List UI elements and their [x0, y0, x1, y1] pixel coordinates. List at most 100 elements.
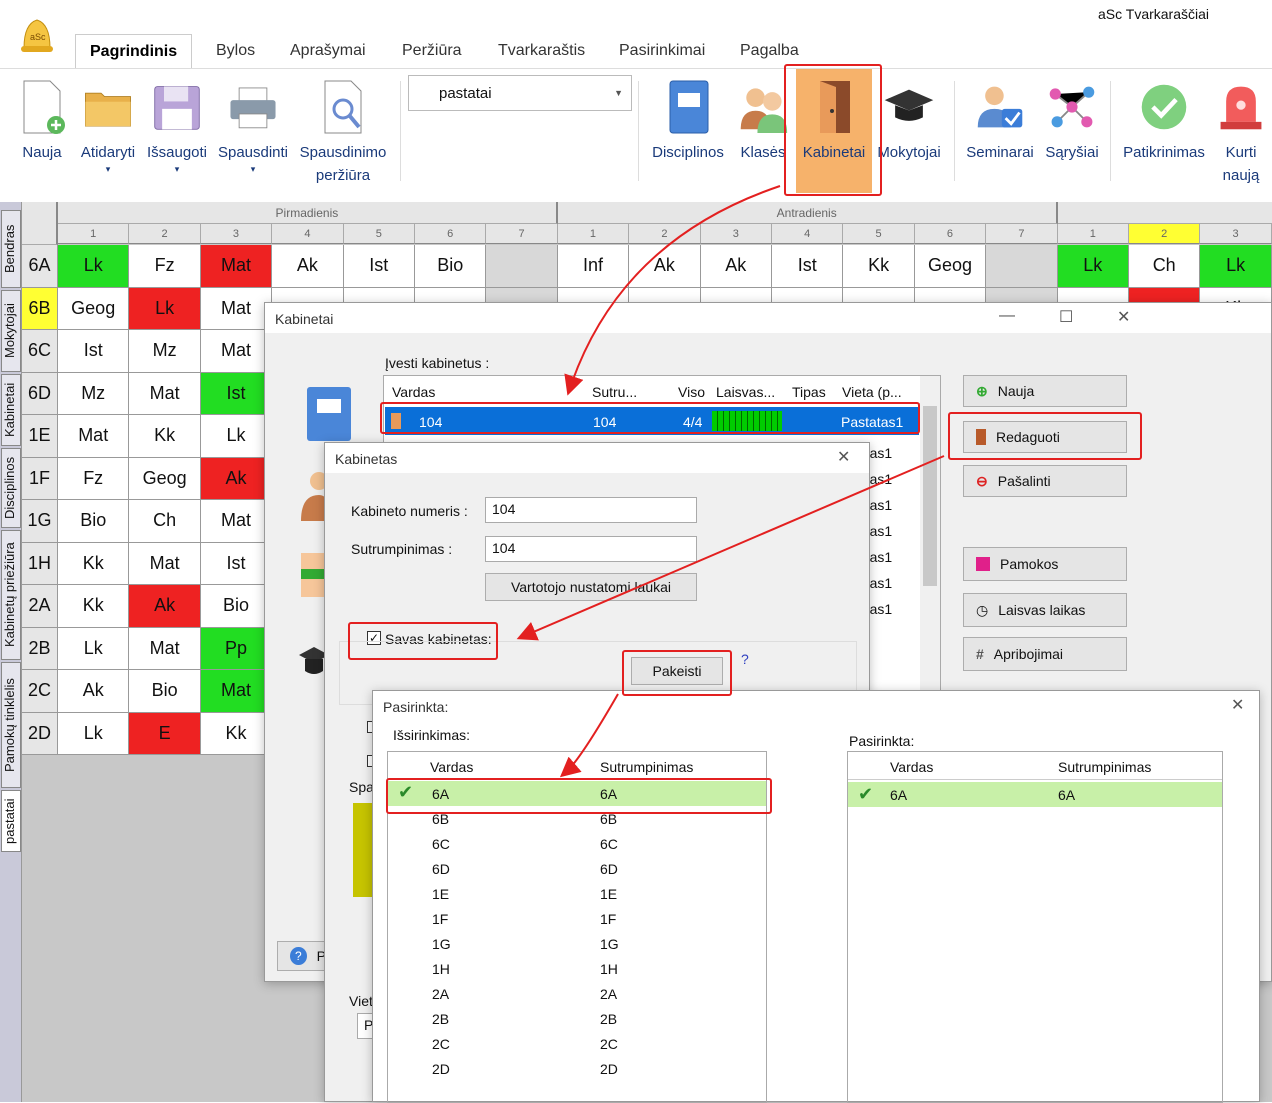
new-room-button[interactable]: ⊕ Nauja: [963, 375, 1127, 407]
lesson-cell[interactable]: Ak: [129, 585, 201, 628]
lesson-cell[interactable]: Geog: [914, 245, 987, 288]
tab-aprasymai[interactable]: Aprašymai: [290, 42, 366, 60]
lesson-cell[interactable]: Kk: [200, 712, 273, 755]
list-item[interactable]: 2A 2A: [388, 981, 766, 1006]
class-row-label[interactable]: 2C: [22, 670, 58, 713]
tab-pagrindinis[interactable]: Pagrindinis: [75, 34, 193, 68]
col-header[interactable]: Sutrumpinimas: [1058, 759, 1151, 775]
side-tab-disciplinos[interactable]: Disciplinos: [1, 448, 21, 528]
class-row-label[interactable]: 1G: [22, 500, 58, 543]
remove-room-button[interactable]: ⊖ Pašalinti: [963, 465, 1127, 497]
tab-pagalba[interactable]: Pagalba: [740, 42, 799, 60]
free-time-button[interactable]: ◷ Laisvas laikas: [963, 593, 1127, 627]
lesson-cell[interactable]: Mat: [200, 500, 273, 543]
col-header[interactable]: Vardas: [430, 759, 473, 775]
class-row-label[interactable]: 6D: [22, 372, 58, 415]
subjects-button[interactable]: Disciplinos: [646, 79, 730, 164]
lesson-cell[interactable]: Ak: [629, 245, 701, 288]
class-row-label[interactable]: 1H: [22, 542, 58, 585]
tab-perziura[interactable]: Peržiūra: [402, 42, 462, 60]
list-item[interactable]: 1F 1F: [388, 906, 766, 931]
col-header[interactable]: Vardas: [392, 384, 435, 400]
list-item[interactable]: 2C 2C: [388, 1031, 766, 1056]
close-icon[interactable]: ✕: [837, 447, 850, 467]
class-row-label[interactable]: 1F: [22, 457, 58, 500]
help-question-link[interactable]: ?: [741, 651, 749, 667]
lesson-cell[interactable]: Kk: [129, 415, 201, 458]
room-short-input[interactable]: 104: [485, 536, 697, 562]
lesson-cell[interactable]: Mat: [129, 542, 201, 585]
create-new-button[interactable]: Kurti naują: [1212, 79, 1270, 187]
lesson-cell[interactable]: Ist: [200, 542, 273, 585]
lesson-cell[interactable]: Ist: [200, 372, 273, 415]
lesson-cell[interactable]: Geog: [129, 457, 201, 500]
lesson-cell[interactable]: Bio: [415, 245, 487, 288]
lesson-cell[interactable]: Lk: [58, 712, 130, 755]
lesson-cell[interactable]: Bio: [129, 670, 201, 713]
lesson-cell[interactable]: Ch: [1129, 245, 1201, 288]
lesson-cell[interactable]: Bio: [200, 585, 273, 628]
lesson-cell[interactable]: Kk: [58, 542, 130, 585]
tab-bylos[interactable]: Bylos: [216, 42, 255, 60]
lesson-cell[interactable]: Ist: [343, 245, 415, 288]
class-row-label[interactable]: 2D: [22, 712, 58, 755]
side-tab-pamoku-tinklelis[interactable]: Pamokų tinklelis: [1, 662, 21, 788]
tab-pasirinkimai[interactable]: Pasirinkimai: [619, 42, 705, 60]
list-item[interactable]: 2D 2D: [388, 1056, 766, 1081]
close-icon[interactable]: ✕: [1117, 307, 1130, 327]
col-header[interactable]: Vieta (p...: [842, 384, 902, 400]
lesson-cell[interactable]: Mz: [58, 372, 130, 415]
tab-tvarkarastis[interactable]: Tvarkaraštis: [498, 42, 585, 60]
lesson-cell[interactable]: Mat: [200, 670, 273, 713]
side-tab-kabinetu-prieziura[interactable]: Kabinetų priežiūra: [1, 530, 21, 660]
lesson-cell[interactable]: Mat: [200, 330, 273, 373]
lesson-cell[interactable]: Lk: [1057, 245, 1129, 288]
lessons-button[interactable]: Pamokos: [963, 547, 1127, 581]
col-header[interactable]: Laisvas...: [716, 384, 775, 400]
lesson-cell[interactable]: Ak: [272, 245, 344, 288]
side-tab-mokytojai[interactable]: Mokytojai: [1, 290, 21, 372]
side-tab-kabinetai[interactable]: Kabinetai: [1, 374, 21, 446]
lesson-cell[interactable]: Ak: [700, 245, 772, 288]
class-row-label[interactable]: 2B: [22, 627, 58, 670]
class-row-label[interactable]: 6B: [22, 287, 58, 330]
lesson-cell[interactable]: E: [129, 712, 201, 755]
lesson-cell[interactable]: Mat: [129, 627, 201, 670]
list-item[interactable]: 2B 2B: [388, 1006, 766, 1031]
lesson-cell[interactable]: Lk: [1200, 245, 1272, 288]
side-tab-bendras[interactable]: Bendras: [1, 210, 21, 288]
lesson-cell[interactable]: Mat: [58, 415, 130, 458]
lesson-cell[interactable]: Ist: [772, 245, 844, 288]
class-row-label[interactable]: 6C: [22, 330, 58, 373]
building-combobox[interactable]: pastatai ▼: [408, 75, 632, 111]
lesson-cell[interactable]: Mat: [129, 372, 201, 415]
teachers-button[interactable]: Mokytojai: [872, 79, 946, 164]
lesson-cell[interactable]: Mat: [200, 287, 273, 330]
lesson-cell[interactable]: Ch: [129, 500, 201, 543]
lesson-cell[interactable]: Pp: [200, 627, 273, 670]
lesson-cell[interactable]: [986, 245, 1058, 288]
lesson-cell[interactable]: Mat: [200, 245, 273, 288]
lesson-cell[interactable]: Ak: [200, 457, 273, 500]
room-number-input[interactable]: 104: [485, 497, 697, 523]
lesson-cell[interactable]: Kk: [58, 585, 130, 628]
constraints-button[interactable]: # Apribojimai: [963, 637, 1127, 671]
print-button[interactable]: Spausdinti ▾: [214, 79, 292, 174]
help-button[interactable]: ? P: [277, 941, 327, 971]
list-item[interactable]: 1G 1G: [388, 931, 766, 956]
open-button[interactable]: Atidaryti ▾: [76, 79, 140, 174]
list-item[interactable]: 1E 1E: [388, 881, 766, 906]
list-item[interactable]: 1H 1H: [388, 956, 766, 981]
lesson-cell[interactable]: Kk: [843, 245, 915, 288]
minimize-icon[interactable]: —: [999, 307, 1015, 325]
lesson-cell[interactable]: Lk: [129, 287, 201, 330]
custom-fields-button[interactable]: Vartotojo nustatomi laukai: [485, 573, 697, 601]
lesson-cell[interactable]: Fz: [129, 245, 201, 288]
lesson-cell[interactable]: Inf: [557, 245, 630, 288]
seminars-button[interactable]: Seminarai: [962, 79, 1038, 164]
lesson-cell[interactable]: Ak: [58, 670, 130, 713]
selected-row[interactable]: ✔ 6A 6A: [848, 782, 1222, 807]
col-header[interactable]: Vardas: [890, 759, 933, 775]
close-icon[interactable]: ✕: [1231, 695, 1244, 715]
check-button[interactable]: Patikrinimas: [1118, 79, 1210, 164]
